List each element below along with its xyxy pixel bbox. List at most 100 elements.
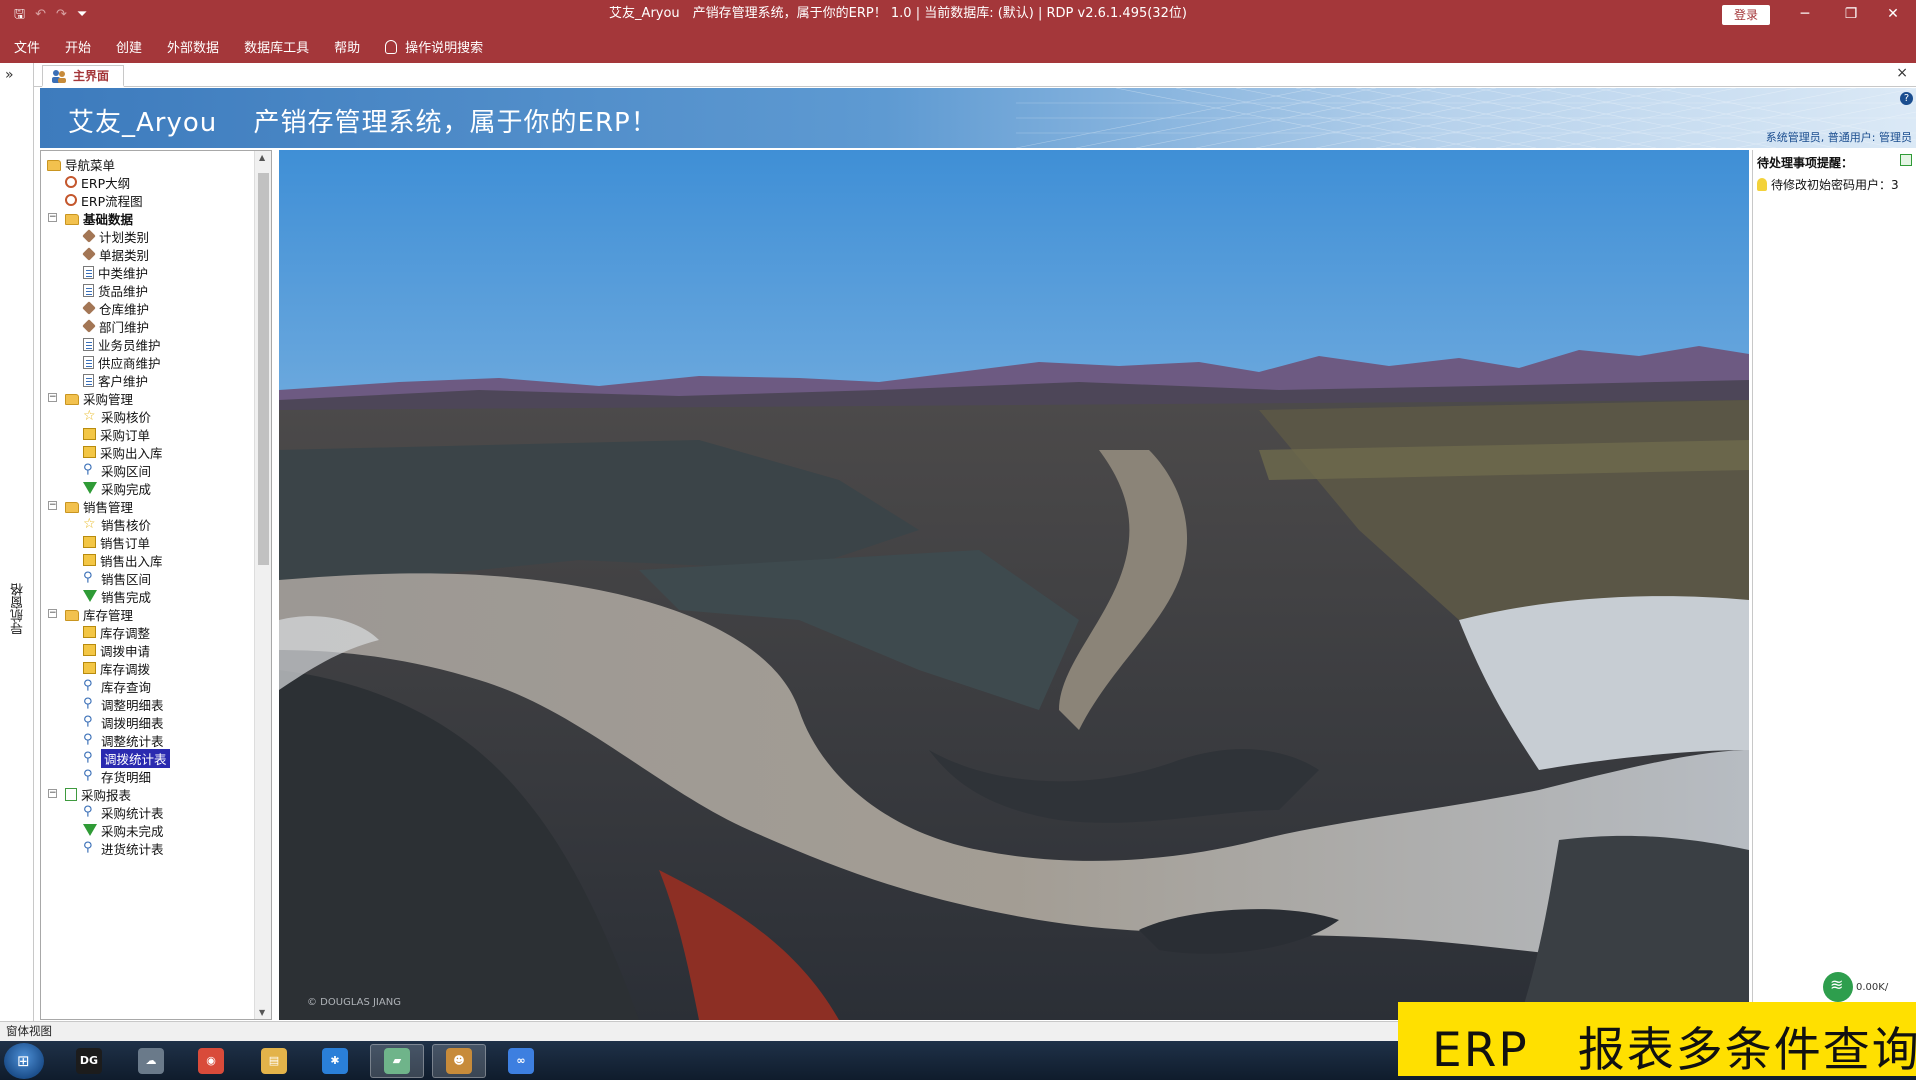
close-window-button[interactable]: ✕ (1870, 0, 1916, 30)
refresh-icon[interactable] (1900, 154, 1912, 166)
tree-node[interactable]: ⚲ 调拨明细表 (83, 712, 164, 732)
tree-node[interactable]: 采购出入库 (83, 442, 163, 462)
start-button[interactable]: ⊞ (4, 1043, 44, 1079)
nav-pane-label[interactable]: 导航窗格 (9, 583, 28, 635)
expand-nav-pane-button[interactable]: » (5, 67, 14, 83)
explorer-app[interactable]: ▤ (247, 1044, 301, 1078)
tree-node[interactable]: 供应商维护 (83, 352, 161, 372)
users-icon (52, 69, 66, 83)
tree-node-label: 销售完成 (101, 589, 152, 605)
tree-node[interactable]: ⚲ 存货明细 (83, 766, 151, 786)
tree-node[interactable]: ⚲ 调整明细表 (83, 694, 164, 714)
tree-node-label: 销售出入库 (100, 553, 163, 569)
tell-me-search[interactable]: 操作说明搜索 (385, 37, 483, 56)
users-app[interactable]: ☻ (432, 1044, 486, 1078)
tree-node[interactable]: 销售出入库 (83, 550, 163, 570)
collapse-toggle-icon[interactable]: − (48, 789, 57, 798)
collapse-toggle-icon[interactable]: − (48, 213, 57, 222)
tree-node[interactable]: ERP大纲 (65, 172, 130, 192)
tree-node[interactable]: 销售完成 (83, 586, 151, 606)
gear-icon (65, 194, 77, 206)
tree-node[interactable]: − 库存管理 (48, 604, 133, 624)
report-icon (65, 787, 77, 801)
scroll-up-icon[interactable]: ▲ (259, 153, 265, 162)
datagrip-app[interactable]: DG (62, 1044, 116, 1078)
box-icon (83, 446, 96, 458)
tree-node[interactable]: 采购完成 (83, 478, 151, 498)
tree-node[interactable]: 客户维护 (83, 370, 148, 390)
help-icon[interactable]: ? (1900, 92, 1913, 105)
scroll-down-icon[interactable]: ▼ (259, 1008, 265, 1017)
tree-node[interactable]: ⚲ 采购区间 (83, 460, 151, 480)
menu-database-tools[interactable]: 数据库工具 (244, 37, 309, 56)
tab-main-interface[interactable]: 主界面 (42, 65, 125, 87)
video-caption-overlay: ERP 报表多条件查询 (1398, 1002, 1916, 1078)
tree-node[interactable]: ⚲ 采购统计表 (83, 802, 164, 822)
tree-node[interactable]: ⚲ 进货统计表 (83, 838, 164, 858)
tree-node[interactable]: − 采购报表 (48, 784, 132, 804)
tree-node[interactable]: 仓库维护 (82, 298, 149, 318)
tree-node-label: 销售核价 (101, 517, 152, 533)
reminder-item[interactable]: 待修改初始密码用户：3 (1757, 176, 1899, 193)
tree-node[interactable]: 中类维护 (83, 262, 148, 282)
box-icon (83, 536, 96, 548)
menu-create[interactable]: 创建 (116, 37, 142, 56)
tree-node[interactable]: − 采购管理 (48, 388, 133, 408)
tree-node[interactable]: − 销售管理 (48, 496, 133, 516)
tree-node[interactable]: 单据类别 (82, 244, 149, 264)
folder-open-icon (47, 159, 61, 171)
tree-scrollbar[interactable]: ▲ ▼ (254, 151, 271, 1019)
tree-node[interactable]: 采购未完成 (83, 820, 164, 840)
tree-node-label: 库存查询 (101, 679, 152, 695)
tree-node-label: 采购报表 (81, 787, 132, 803)
tree-node-label: ERP大纲 (81, 175, 131, 191)
baidu-app[interactable]: ∞ (494, 1044, 548, 1078)
collapse-toggle-icon[interactable]: − (48, 501, 57, 510)
tree-node-label: 供应商维护 (98, 355, 161, 371)
box-icon (83, 428, 96, 440)
banner-title: 艾友_Aryou 产销存管理系统，属于你的ERP！ (68, 102, 658, 139)
tree-node-label: 进货统计表 (101, 841, 164, 857)
tree-node[interactable]: 采购订单 (83, 424, 150, 444)
menu-external-data[interactable]: 外部数据 (167, 37, 219, 56)
collapse-toggle-icon[interactable]: − (48, 393, 57, 402)
tree-node[interactable]: 库存调拨 (83, 658, 150, 678)
login-button[interactable]: 登录 (1722, 5, 1770, 25)
tree-node-label: ERP流程图 (81, 193, 143, 209)
access-app[interactable]: ▰ (370, 1044, 424, 1078)
scrollbar-thumb[interactable] (258, 173, 269, 565)
tree-node[interactable]: ⚲ 库存查询 (83, 676, 151, 696)
menu-file[interactable]: 文件 (14, 37, 40, 56)
close-tab-button[interactable]: × (1896, 65, 1908, 81)
menu-help[interactable]: 帮助 (334, 37, 360, 56)
sync-app[interactable]: ☁ (124, 1044, 178, 1078)
tree-node[interactable]: 部门维护 (82, 316, 150, 336)
folder-open-icon (65, 393, 79, 405)
tree-node[interactable]: 调拨申请 (83, 640, 150, 660)
restore-button[interactable]: ❐ (1828, 0, 1874, 30)
tree-node-label: 计划类别 (99, 229, 150, 245)
tree-node[interactable]: 库存调整 (83, 622, 150, 642)
tree-node[interactable]: − 基础数据 (48, 208, 133, 228)
star-app[interactable]: ✱ (308, 1044, 362, 1078)
tree-node[interactable]: ⚲ 调整统计表 (83, 730, 164, 750)
tree-node[interactable]: 销售订单 (83, 532, 150, 552)
tree-node[interactable]: 计划类别 (82, 226, 150, 246)
tag-icon (82, 247, 96, 261)
chrome-app[interactable]: ◉ (184, 1044, 238, 1078)
tree-node[interactable]: ☆ 采购核价 (83, 406, 151, 426)
tree-node-label: 部门维护 (99, 319, 150, 335)
menu-home[interactable]: 开始 (65, 37, 91, 56)
lightbulb-icon (385, 40, 398, 54)
explorer-app-icon: ▤ (261, 1048, 287, 1074)
minimize-button[interactable]: ─ (1782, 0, 1828, 30)
tree-node[interactable]: ⚲ 调拨统计表 (83, 748, 170, 768)
tree-node[interactable]: 导航菜单 (47, 154, 115, 174)
tree-node[interactable]: 业务员维护 (83, 334, 161, 354)
tree-node[interactable]: 货品维护 (83, 280, 148, 300)
collapse-toggle-icon[interactable]: − (48, 609, 57, 618)
tree-node[interactable]: ERP流程图 (65, 190, 143, 210)
key-icon: ⚲ (83, 732, 93, 747)
tree-node[interactable]: ⚲ 销售区间 (83, 568, 151, 588)
tree-node[interactable]: ☆ 销售核价 (83, 514, 151, 534)
